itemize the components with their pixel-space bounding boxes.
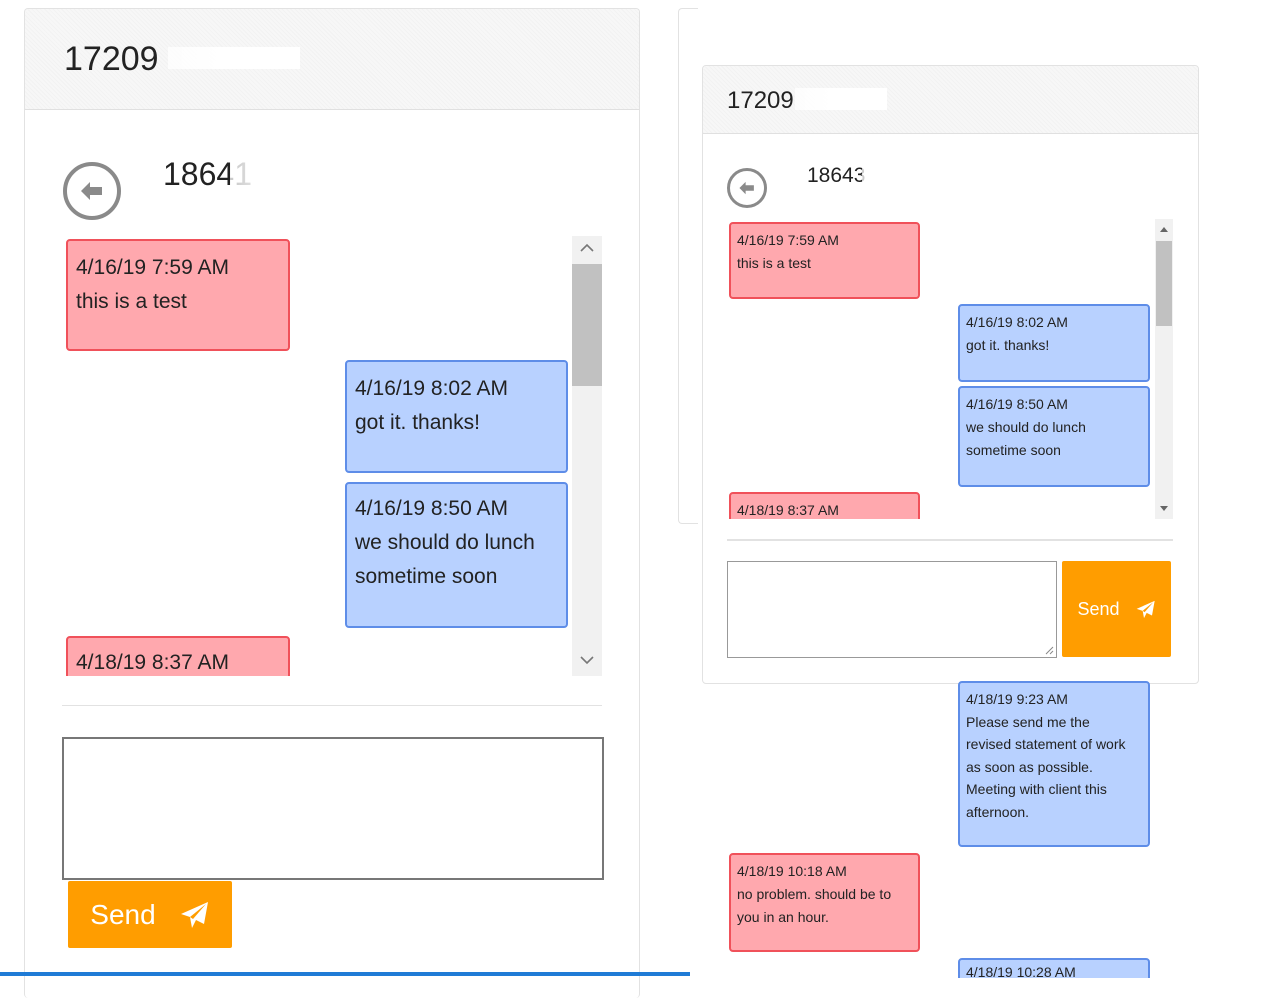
chevron-up-icon[interactable] xyxy=(1159,225,1169,233)
message-timestamp: 4/18/19 8:37 AM xyxy=(76,651,229,674)
message-text: revised statement of work xyxy=(966,736,1126,753)
right-message-1: 4/16/19 7:59 AM this is a test xyxy=(729,222,920,299)
message-text: afternoon. xyxy=(966,803,1030,820)
message-timestamp: 4/16/19 8:50 AM xyxy=(355,497,508,520)
right-overflow-message-1: 4/18/19 9:23 AM Please send me the revis… xyxy=(958,681,1150,847)
message-text: we should do lunch xyxy=(966,419,1086,435)
right-header-redaction xyxy=(795,88,887,110)
chevron-down-icon[interactable] xyxy=(579,654,595,666)
resize-handle-icon[interactable] xyxy=(1044,645,1054,655)
message-text: sometime soon xyxy=(355,565,498,588)
message-timestamp: 4/16/19 7:59 AM xyxy=(737,232,839,248)
paper-plane-icon xyxy=(1136,600,1155,618)
chevron-down-icon[interactable] xyxy=(1159,505,1169,513)
message-timestamp: 4/18/19 10:18 AM xyxy=(737,863,847,879)
left-contact-redaction xyxy=(230,162,360,188)
arrow-left-circle-icon xyxy=(81,182,102,200)
message-timestamp: 4/16/19 8:50 AM xyxy=(966,396,1068,412)
send-label: Send xyxy=(1077,598,1120,619)
message-text: sometime soon xyxy=(966,442,1061,458)
right-overflow-clip: 4/18/19 10:28 AM xyxy=(958,958,1150,978)
left-header-phone: 17209 xyxy=(64,40,159,78)
left-scroll-thumb[interactable] xyxy=(572,264,602,386)
message-text: as soon as possible. xyxy=(966,758,1093,775)
left-message-list[interactable]: 4/16/19 7:59 AM this is a test 4/16/19 8… xyxy=(60,236,570,676)
right-background-panel xyxy=(678,8,698,524)
message-timestamp: 4/18/19 10:28 AM xyxy=(966,964,1076,978)
message-timestamp: 4/16/19 8:02 AM xyxy=(966,314,1068,330)
left-divider xyxy=(62,705,602,706)
message-text: no problem. should be to xyxy=(737,886,892,902)
left-message-4: 4/18/19 8:37 AM xyxy=(66,636,290,676)
right-message-3: 4/16/19 8:50 AM we should do lunch somet… xyxy=(958,386,1150,487)
message-timestamp: 4/16/19 7:59 AM xyxy=(76,256,229,279)
message-text: Please send me the xyxy=(966,713,1090,730)
right-send-button[interactable]: Send xyxy=(1062,561,1171,657)
left-message-input[interactable] xyxy=(62,737,604,880)
left-message-1: 4/16/19 7:59 AM this is a test xyxy=(66,239,290,351)
message-text: we should do lunch xyxy=(355,531,535,554)
paper-plane-icon xyxy=(180,901,208,928)
left-bottom-rule xyxy=(0,972,690,976)
arrow-left-circle-icon xyxy=(739,181,754,195)
right-overflow-message-2: 4/18/19 10:18 AM no problem. should be t… xyxy=(729,853,920,952)
left-message-2: 4/16/19 8:02 AM got it. thanks! xyxy=(345,360,568,473)
right-contact-redaction xyxy=(862,166,946,186)
right-message-2: 4/16/19 8:02 AM got it. thanks! xyxy=(958,304,1150,382)
right-back-button[interactable] xyxy=(727,168,767,208)
message-text: this is a test xyxy=(737,255,811,271)
message-timestamp: 4/16/19 8:02 AM xyxy=(355,377,508,400)
right-message-list[interactable]: 4/16/19 7:59 AM this is a test 4/16/19 8… xyxy=(727,219,1155,519)
left-scrollbar[interactable] xyxy=(572,236,602,676)
message-timestamp: 4/18/19 8:37 AM xyxy=(737,502,839,518)
right-message-4: 4/18/19 8:37 AM xyxy=(729,492,920,519)
right-scroll-thumb[interactable] xyxy=(1156,241,1172,326)
message-text: got it. thanks! xyxy=(355,411,480,434)
left-header-redaction xyxy=(168,47,300,69)
chevron-up-icon[interactable] xyxy=(579,242,595,254)
message-text: you in an hour. xyxy=(737,909,829,925)
message-text: got it. thanks! xyxy=(966,337,1050,353)
right-overflow-message-3: 4/18/19 10:28 AM xyxy=(958,958,1150,978)
message-text: Meeting with client this xyxy=(966,781,1107,798)
right-header-phone: 17209 xyxy=(727,87,794,114)
right-contact-phone: 18643 xyxy=(807,164,866,187)
right-divider xyxy=(727,539,1173,541)
send-label: Send xyxy=(90,898,156,930)
left-send-button[interactable]: Send xyxy=(68,881,232,948)
right-message-input[interactable] xyxy=(727,561,1057,658)
message-timestamp: 4/18/19 9:23 AM xyxy=(966,691,1068,707)
right-scrollbar[interactable] xyxy=(1155,219,1173,519)
left-back-button[interactable] xyxy=(63,162,121,220)
message-text: this is a test xyxy=(76,290,187,313)
left-message-3: 4/16/19 8:50 AM we should do lunch somet… xyxy=(345,482,568,628)
